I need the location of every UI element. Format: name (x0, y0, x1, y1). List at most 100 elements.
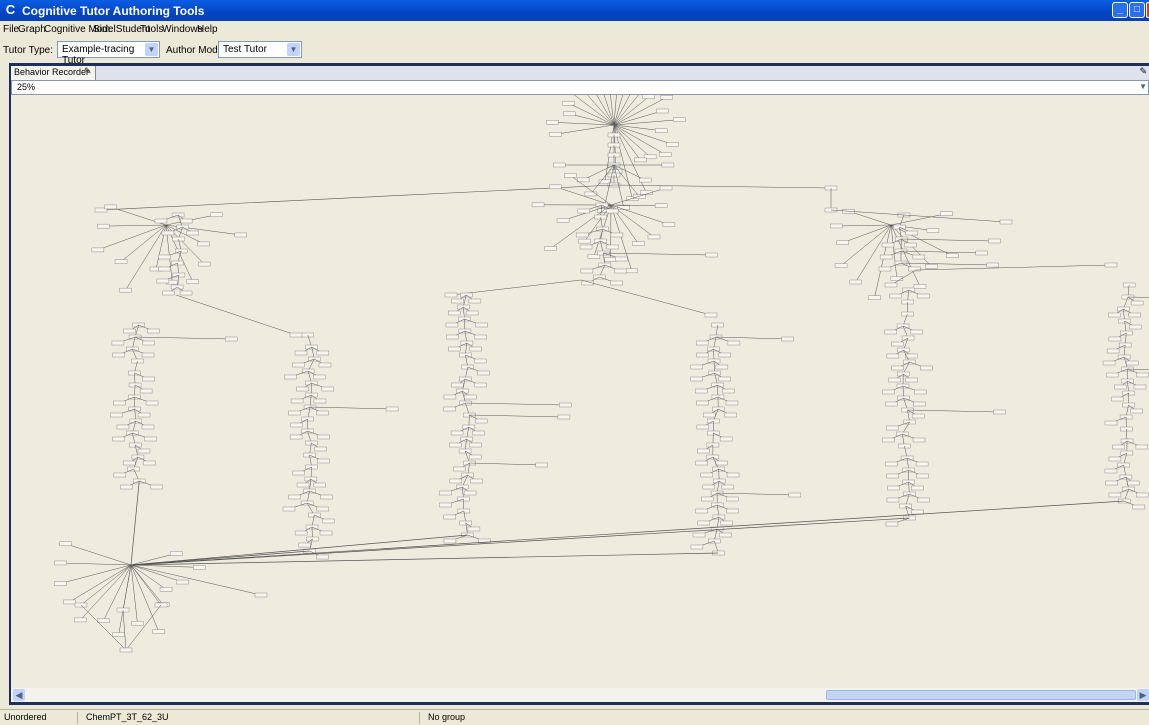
graph-node[interactable] (611, 281, 623, 285)
graph-node[interactable] (695, 389, 707, 393)
graph-node[interactable] (451, 299, 463, 303)
graph-node[interactable] (198, 262, 210, 266)
graph-node[interactable] (673, 118, 685, 122)
behavior-graph-canvas[interactable] (11, 95, 1149, 688)
graph-node[interactable] (914, 284, 926, 288)
graph-node[interactable] (1112, 397, 1124, 401)
graph-node[interactable] (562, 101, 574, 105)
graph-node[interactable] (911, 330, 923, 334)
graph-node[interactable] (180, 291, 192, 295)
graph-node[interactable] (946, 254, 958, 258)
graph-node[interactable] (703, 413, 715, 417)
graph-node[interactable] (444, 407, 456, 411)
graph-node[interactable] (1106, 373, 1118, 377)
graph-node[interactable] (888, 486, 900, 490)
graph-node[interactable] (1136, 493, 1148, 497)
graph-node[interactable] (295, 531, 307, 535)
graph-node[interactable] (314, 399, 326, 403)
graph-node[interactable] (887, 354, 899, 358)
graph-node[interactable] (666, 142, 678, 146)
graph-node[interactable] (1107, 349, 1119, 353)
graph-node[interactable] (1129, 313, 1141, 317)
graph-node[interactable] (912, 414, 924, 418)
graph-node[interactable] (576, 233, 588, 237)
graph-node[interactable] (706, 253, 718, 257)
graph-node[interactable] (720, 437, 732, 441)
graph-edge[interactable] (717, 493, 795, 495)
graph-node[interactable] (663, 223, 675, 227)
graph-edge[interactable] (908, 410, 1000, 412)
graph-node[interactable] (722, 389, 734, 393)
graph-edge[interactable] (123, 565, 131, 610)
graph-node[interactable] (1136, 445, 1148, 449)
graph-edge[interactable] (470, 463, 542, 465)
graph-node[interactable] (143, 461, 155, 465)
chevron-down-icon[interactable]: ▼ (1139, 82, 1147, 91)
graph-node[interactable] (155, 219, 167, 223)
graph-node[interactable] (887, 498, 899, 502)
graph-node[interactable] (298, 543, 310, 547)
graph-edge[interactable] (611, 205, 669, 225)
graph-node[interactable] (885, 462, 897, 466)
graph-node[interactable] (290, 435, 302, 439)
graph-node[interactable] (60, 542, 72, 546)
graph-edge[interactable] (61, 563, 131, 565)
graph-node[interactable] (940, 212, 952, 216)
graph-node[interactable] (691, 545, 703, 549)
graph-node[interactable] (471, 479, 483, 483)
graph-node[interactable] (1133, 505, 1145, 509)
graph-node[interactable] (293, 471, 305, 475)
graph-node[interactable] (987, 263, 999, 267)
graph-node[interactable] (140, 389, 152, 393)
graph-node[interactable] (927, 229, 939, 233)
graph-node[interactable] (113, 401, 125, 405)
graph-node[interactable] (660, 186, 672, 190)
graph-edge[interactable] (131, 565, 199, 567)
graph-node[interactable] (719, 533, 731, 537)
graph-node[interactable] (138, 449, 150, 453)
graph-node[interactable] (913, 255, 925, 259)
graph-node[interactable] (176, 580, 188, 584)
graph-node[interactable] (113, 353, 125, 357)
graph-node[interactable] (193, 565, 205, 569)
menu-file[interactable]: File (3, 24, 19, 35)
graph-edge[interactable] (836, 225, 891, 226)
graph-edge[interactable] (901, 263, 993, 265)
graph-node[interactable] (701, 473, 713, 477)
graph-node[interactable] (288, 411, 300, 415)
graph-node[interactable] (703, 485, 715, 489)
graph-node[interactable] (558, 415, 570, 419)
graph-node[interactable] (578, 209, 590, 213)
graph-node[interactable] (891, 342, 903, 346)
graph-edge[interactable] (901, 251, 982, 253)
graph-node[interactable] (693, 533, 705, 537)
graph-node[interactable] (162, 291, 174, 295)
graph-node[interactable] (885, 402, 897, 406)
graph-node[interactable] (317, 351, 329, 355)
horizontal-scrollbar[interactable]: ◀ ▶ (11, 688, 1149, 702)
graph-edge[interactable] (98, 225, 166, 250)
graph-node[interactable] (550, 132, 562, 136)
graph-node[interactable] (1109, 493, 1121, 497)
graph-edge[interactable] (131, 518, 909, 565)
graph-node[interactable] (536, 463, 548, 467)
graph-node[interactable] (439, 503, 451, 507)
graph-node[interactable] (147, 329, 159, 333)
pin-icon[interactable]: ✎ (84, 66, 92, 77)
graph-node[interactable] (466, 311, 478, 315)
graph-node[interactable] (696, 401, 708, 405)
graph-node[interactable] (632, 242, 644, 246)
graph-node[interactable] (1113, 445, 1125, 449)
graph-node[interactable] (464, 395, 476, 399)
graph-node[interactable] (160, 587, 172, 591)
graph-node[interactable] (911, 486, 923, 490)
graph-node[interactable] (317, 459, 329, 463)
graph-node[interactable] (110, 413, 122, 417)
graph-node[interactable] (290, 423, 302, 427)
graph-node[interactable] (883, 390, 895, 394)
graph-edge[interactable] (131, 501, 1124, 565)
graph-edge[interactable] (614, 97, 649, 125)
graph-node[interactable] (475, 335, 487, 339)
graph-node[interactable] (317, 507, 329, 511)
graph-node[interactable] (284, 375, 296, 379)
